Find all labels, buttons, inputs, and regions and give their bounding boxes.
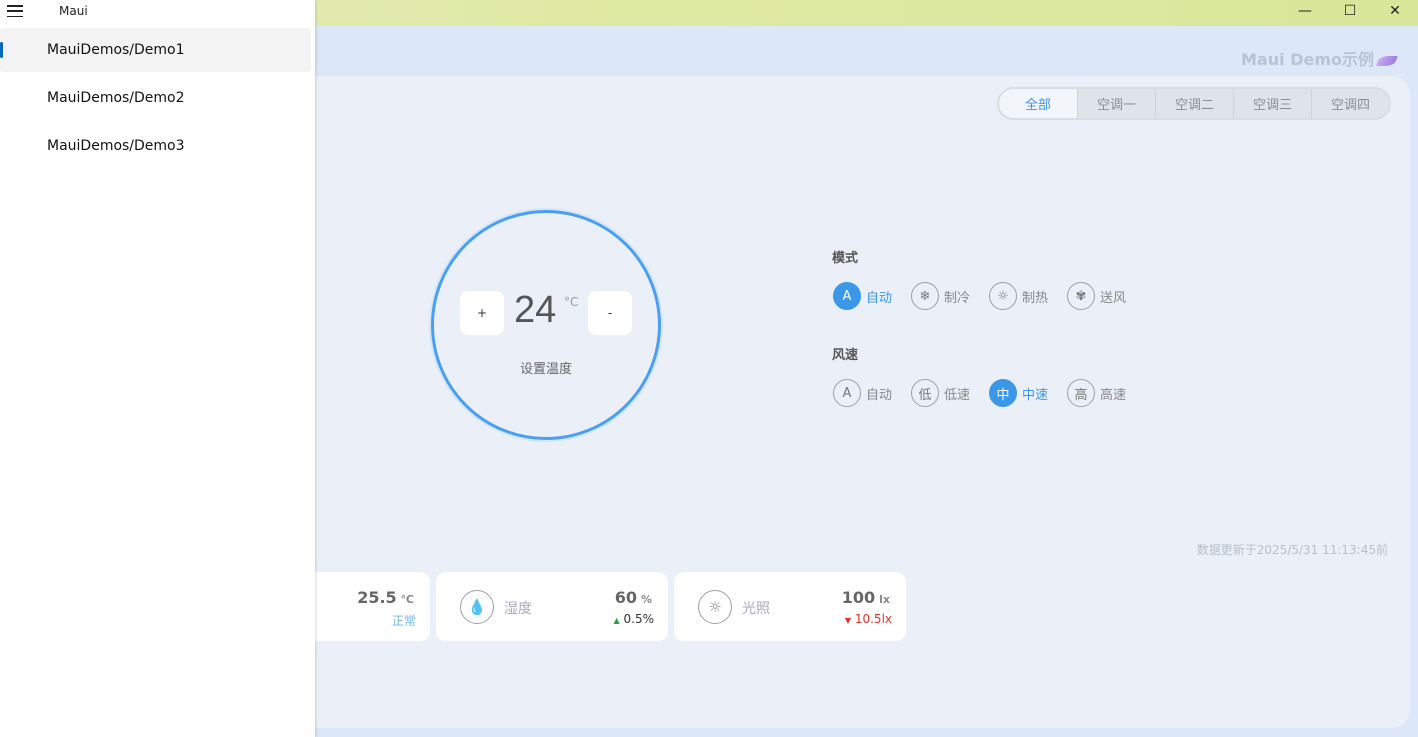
mode-auto-option[interactable]: A 自动 — [833, 282, 892, 310]
hamburger-menu-icon[interactable] — [7, 4, 23, 18]
brand-title: Maui Demo示例 — [1241, 46, 1398, 70]
set-temperature-label: 设置温度 — [519, 362, 572, 377]
navigation-drawer: Maui MauiDemos/Demo1 MauiDemos/Demo2 Mau… — [0, 0, 315, 737]
mode-fan-label: 送风 — [1100, 290, 1127, 306]
mode-fan-option[interactable]: ✾ 送风 — [1067, 282, 1126, 310]
speed-medium-label: 中速 — [1022, 387, 1049, 403]
temperature-unit: °C — [564, 295, 579, 309]
mode-cool-option[interactable]: ❄ 制冷 — [911, 282, 970, 310]
temperature-dial: + 24 °C - 设置温度 — [431, 210, 661, 440]
mode-cool-label: 制冷 — [944, 290, 971, 306]
selection-indicator — [0, 42, 3, 58]
sensor-delta: ▼ 10.5lx — [844, 612, 892, 626]
mode-heat-label: 制热 — [1022, 290, 1049, 306]
close-button[interactable]: ✕ — [1372, 0, 1418, 22]
nav-item-demo2[interactable]: MauiDemos/Demo2 — [0, 76, 311, 120]
brand-logo-icon — [1376, 55, 1398, 66]
tab-ac-4[interactable]: 空调四 — [1311, 89, 1389, 118]
mode-title: 模式 — [832, 251, 859, 266]
temperature-value: 24 — [514, 289, 557, 331]
minimize-button[interactable]: — — [1282, 0, 1328, 22]
speed-auto-label: 自动 — [866, 387, 893, 403]
medium-speed-icon: 中 — [989, 379, 1017, 407]
speed-high-option[interactable]: 高高速 — [1067, 379, 1126, 407]
decrease-temp-button[interactable]: - — [588, 291, 632, 335]
increase-temp-button[interactable]: + — [460, 291, 504, 335]
device-tabs: 全部 空调一 空调二 空调三 空调四 — [997, 87, 1391, 120]
sensor-delta: ▲ 0.5% — [613, 612, 654, 626]
nav-item-label: MauiDemos/Demo3 — [47, 138, 185, 154]
tab-ac-3[interactable]: 空调三 — [1233, 89, 1311, 118]
auto-speed-icon: A — [833, 379, 861, 407]
light-sensor-card: ☼ 光照 100 lx ▼ 10.5lx — [674, 572, 906, 641]
sensor-name: 湿度 — [504, 601, 532, 617]
fan-icon: ✾ — [1067, 282, 1095, 310]
tab-all[interactable]: 全部 — [999, 89, 1077, 118]
app-title: Maui — [59, 4, 88, 18]
mode-auto-label: 自动 — [866, 290, 893, 306]
low-speed-icon: 低 — [911, 379, 939, 407]
nav-item-label: MauiDemos/Demo2 — [47, 90, 185, 106]
auto-icon: A — [833, 282, 861, 310]
sensor-value: 60% — [614, 588, 652, 607]
speed-auto-option[interactable]: A 自动 — [833, 379, 892, 407]
arrow-up-icon: ▲ — [613, 616, 620, 625]
sensor-name: 光照 — [742, 601, 770, 617]
nav-item-demo3[interactable]: MauiDemos/Demo3 — [0, 124, 311, 168]
humidity-sensor-card: 💧 湿度 60% ▲ 0.5% — [436, 572, 668, 641]
sensor-value: 25.5 ℃ — [357, 588, 414, 607]
nav-item-label: MauiDemos/Demo1 — [47, 42, 185, 58]
mode-heat-option[interactable]: ☼ 制热 — [989, 282, 1048, 310]
speed-low-label: 低速 — [944, 387, 971, 403]
sensor-status: 正常 — [391, 614, 416, 628]
speed-medium-option[interactable]: 中中速 — [989, 379, 1048, 407]
speed-low-option[interactable]: 低低速 — [911, 379, 970, 407]
sensor-value: 100 lx — [841, 588, 890, 607]
sun-icon: ☼ — [989, 282, 1017, 310]
humidity-icon: 💧 — [460, 590, 494, 624]
high-speed-icon: 高 — [1067, 379, 1095, 407]
update-timestamp: 数据更新于2025/5/31 11:13:45前 — [1196, 543, 1388, 557]
sun-icon: ☼ — [698, 590, 732, 624]
speed-high-label: 高速 — [1100, 387, 1127, 403]
maximize-button[interactable]: ☐ — [1327, 0, 1373, 22]
tab-ac-2[interactable]: 空调二 — [1155, 89, 1233, 118]
arrow-down-icon: ▼ — [844, 616, 852, 625]
nav-item-demo1[interactable]: MauiDemos/Demo1 — [0, 28, 311, 72]
snowflake-icon: ❄ — [911, 282, 939, 310]
tab-ac-1[interactable]: 空调一 — [1077, 89, 1155, 118]
fan-speed-title: 风速 — [832, 348, 859, 363]
